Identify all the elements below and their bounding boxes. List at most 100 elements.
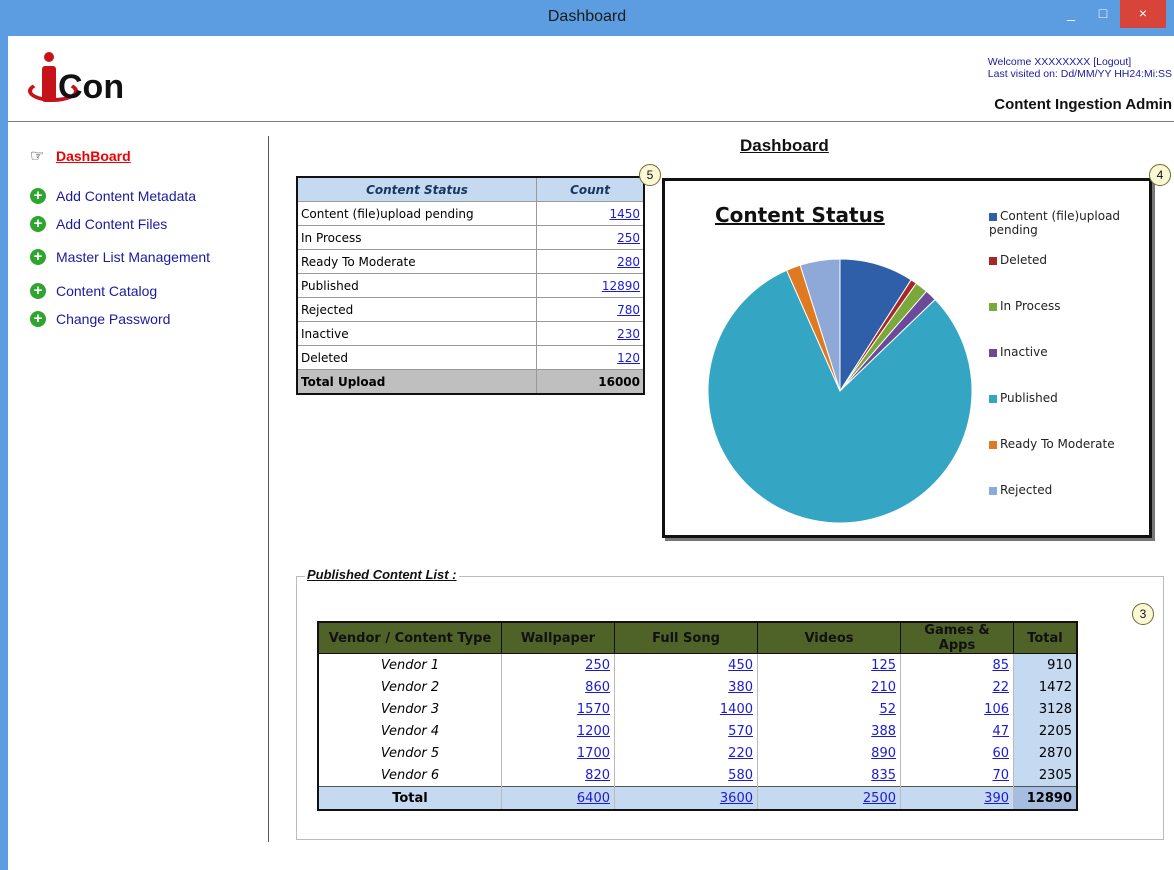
value-link[interactable]: 450: [728, 658, 753, 673]
app-window: Dashboard _ □ × Con Welcome XXXXXXXX [Lo…: [0, 0, 1174, 870]
total-label: Total Upload: [296, 369, 537, 395]
legend-swatch: [989, 440, 997, 449]
vendor-cell: Vendor 6: [317, 764, 502, 787]
sidebar-item-content-catalog[interactable]: + Content Catalog: [30, 282, 157, 300]
legend-swatch: [989, 212, 997, 221]
status-label: Ready To Moderate: [296, 249, 537, 274]
vendor-cell: Vendor 5: [317, 742, 502, 764]
total-link[interactable]: 390: [984, 791, 1009, 806]
count-link[interactable]: 120: [617, 351, 640, 365]
count-link[interactable]: 780: [617, 303, 640, 317]
legend-label: Published: [1000, 391, 1058, 405]
sidebar-divider: [268, 136, 269, 842]
value-link[interactable]: 820: [585, 768, 610, 783]
plus-circle-icon: +: [30, 215, 46, 232]
close-button[interactable]: ×: [1120, 0, 1166, 28]
legend-item: Inactive: [989, 345, 1048, 359]
col-header: Games & Apps: [900, 621, 1014, 654]
col-header: Vendor / Content Type: [317, 621, 502, 654]
header-divider: [8, 121, 1174, 122]
value-link[interactable]: 60: [992, 746, 1009, 761]
pointing-hand-icon: ☞: [30, 148, 45, 165]
status-label: Inactive: [296, 321, 537, 346]
value-link[interactable]: 210: [871, 680, 896, 695]
value-link[interactable]: 70: [992, 768, 1009, 783]
value-link[interactable]: 835: [871, 768, 896, 783]
legend-label: Deleted: [1000, 253, 1048, 267]
minimize-button[interactable]: _: [1058, 0, 1084, 28]
legend-item: Rejected: [989, 483, 1052, 497]
table-row: In Process 250: [296, 225, 645, 250]
value-link[interactable]: 580: [728, 768, 753, 783]
vendor-cell: Vendor 2: [317, 676, 502, 698]
value-link[interactable]: 220: [728, 746, 753, 761]
vendor-cell: Vendor 1: [317, 653, 502, 676]
row-total: 2870: [1013, 742, 1078, 764]
count-link[interactable]: 250: [617, 231, 640, 245]
table-row: Vendor 4 1200 570 388 47 2205: [317, 720, 1078, 742]
value-link[interactable]: 22: [992, 680, 1009, 695]
callout-badge: 4: [1149, 164, 1171, 186]
value-link[interactable]: 380: [728, 680, 753, 695]
published-title: Published Content List :: [305, 567, 459, 582]
grand-total: 12890: [1013, 786, 1078, 810]
sidebar-item-add-content-metadata[interactable]: + Add Content Metadata: [30, 187, 196, 205]
legend-item: Content (file)upload pending: [989, 209, 1149, 237]
legend-label: In Process: [1000, 299, 1061, 313]
table-row: Vendor 3 1570 1400 52 106 3128: [317, 698, 1078, 720]
legend-label: Inactive: [1000, 345, 1048, 359]
legend-item: Ready To Moderate: [989, 437, 1115, 451]
row-total: 1472: [1013, 676, 1078, 698]
value-link[interactable]: 860: [585, 680, 610, 695]
count-link[interactable]: 1450: [609, 207, 640, 221]
value-link[interactable]: 388: [871, 724, 896, 739]
sidebar-item-label: Add Content Files: [56, 215, 168, 232]
sidebar-item-change-password[interactable]: + Change Password: [30, 310, 170, 328]
sidebar-item-dashboard[interactable]: ☞ DashBoard: [30, 146, 131, 166]
value-link[interactable]: 1400: [720, 702, 753, 717]
legend-swatch: [989, 302, 997, 311]
title-bar: Dashboard _ □ ×: [0, 0, 1174, 36]
value-link[interactable]: 570: [728, 724, 753, 739]
vendor-cell: Vendor 3: [317, 698, 502, 720]
total-link[interactable]: 3600: [720, 791, 753, 806]
status-label: Published: [296, 273, 537, 298]
count-header: Count: [536, 176, 645, 202]
sidebar-item-label: Change Password: [56, 310, 171, 327]
col-header: Wallpaper: [501, 621, 615, 654]
value-link[interactable]: 125: [871, 658, 896, 673]
sidebar-item-add-content-files[interactable]: + Add Content Files: [30, 215, 167, 233]
admin-title: Content Ingestion Admin: [994, 96, 1172, 113]
count-link[interactable]: 280: [617, 255, 640, 269]
count-link[interactable]: 12890: [602, 279, 640, 293]
value-link[interactable]: 890: [871, 746, 896, 761]
value-link[interactable]: 106: [984, 702, 1009, 717]
col-header: Videos: [757, 621, 901, 654]
value-link[interactable]: 85: [992, 658, 1009, 673]
value-link[interactable]: 1700: [577, 746, 610, 761]
vendor-cell: Vendor 4: [317, 720, 502, 742]
total-row: Total 6400 3600 2500 390 12890: [317, 786, 1078, 810]
table-row: Inactive 230: [296, 321, 645, 346]
total-link[interactable]: 2500: [863, 791, 896, 806]
value-link[interactable]: 1200: [577, 724, 610, 739]
table-row: Vendor 5 1700 220 890 60 2870: [317, 742, 1078, 764]
table-row: Content (file)upload pending 1450: [296, 201, 645, 226]
value-link[interactable]: 250: [585, 658, 610, 673]
sidebar-item-label: Master List Management: [56, 248, 211, 265]
count-link[interactable]: 230: [617, 327, 640, 341]
total-label: Total: [317, 786, 502, 810]
value-link[interactable]: 52: [879, 702, 896, 717]
status-label: Rejected: [296, 297, 537, 322]
value-link[interactable]: 47: [992, 724, 1009, 739]
maximize-button[interactable]: □: [1090, 0, 1116, 28]
value-link[interactable]: 1570: [577, 702, 610, 717]
total-link[interactable]: 6400: [577, 791, 610, 806]
table-row: Published 12890: [296, 273, 645, 298]
sidebar-item-master-list-management[interactable]: + Master List Management: [30, 248, 210, 266]
col-header: Total: [1013, 621, 1078, 654]
window-title: Dashboard: [547, 8, 627, 25]
welcome-text[interactable]: Welcome XXXXXXXX [Logout]: [988, 56, 1172, 68]
total-row: Total Upload 16000: [296, 369, 645, 395]
row-total: 3128: [1013, 698, 1078, 720]
